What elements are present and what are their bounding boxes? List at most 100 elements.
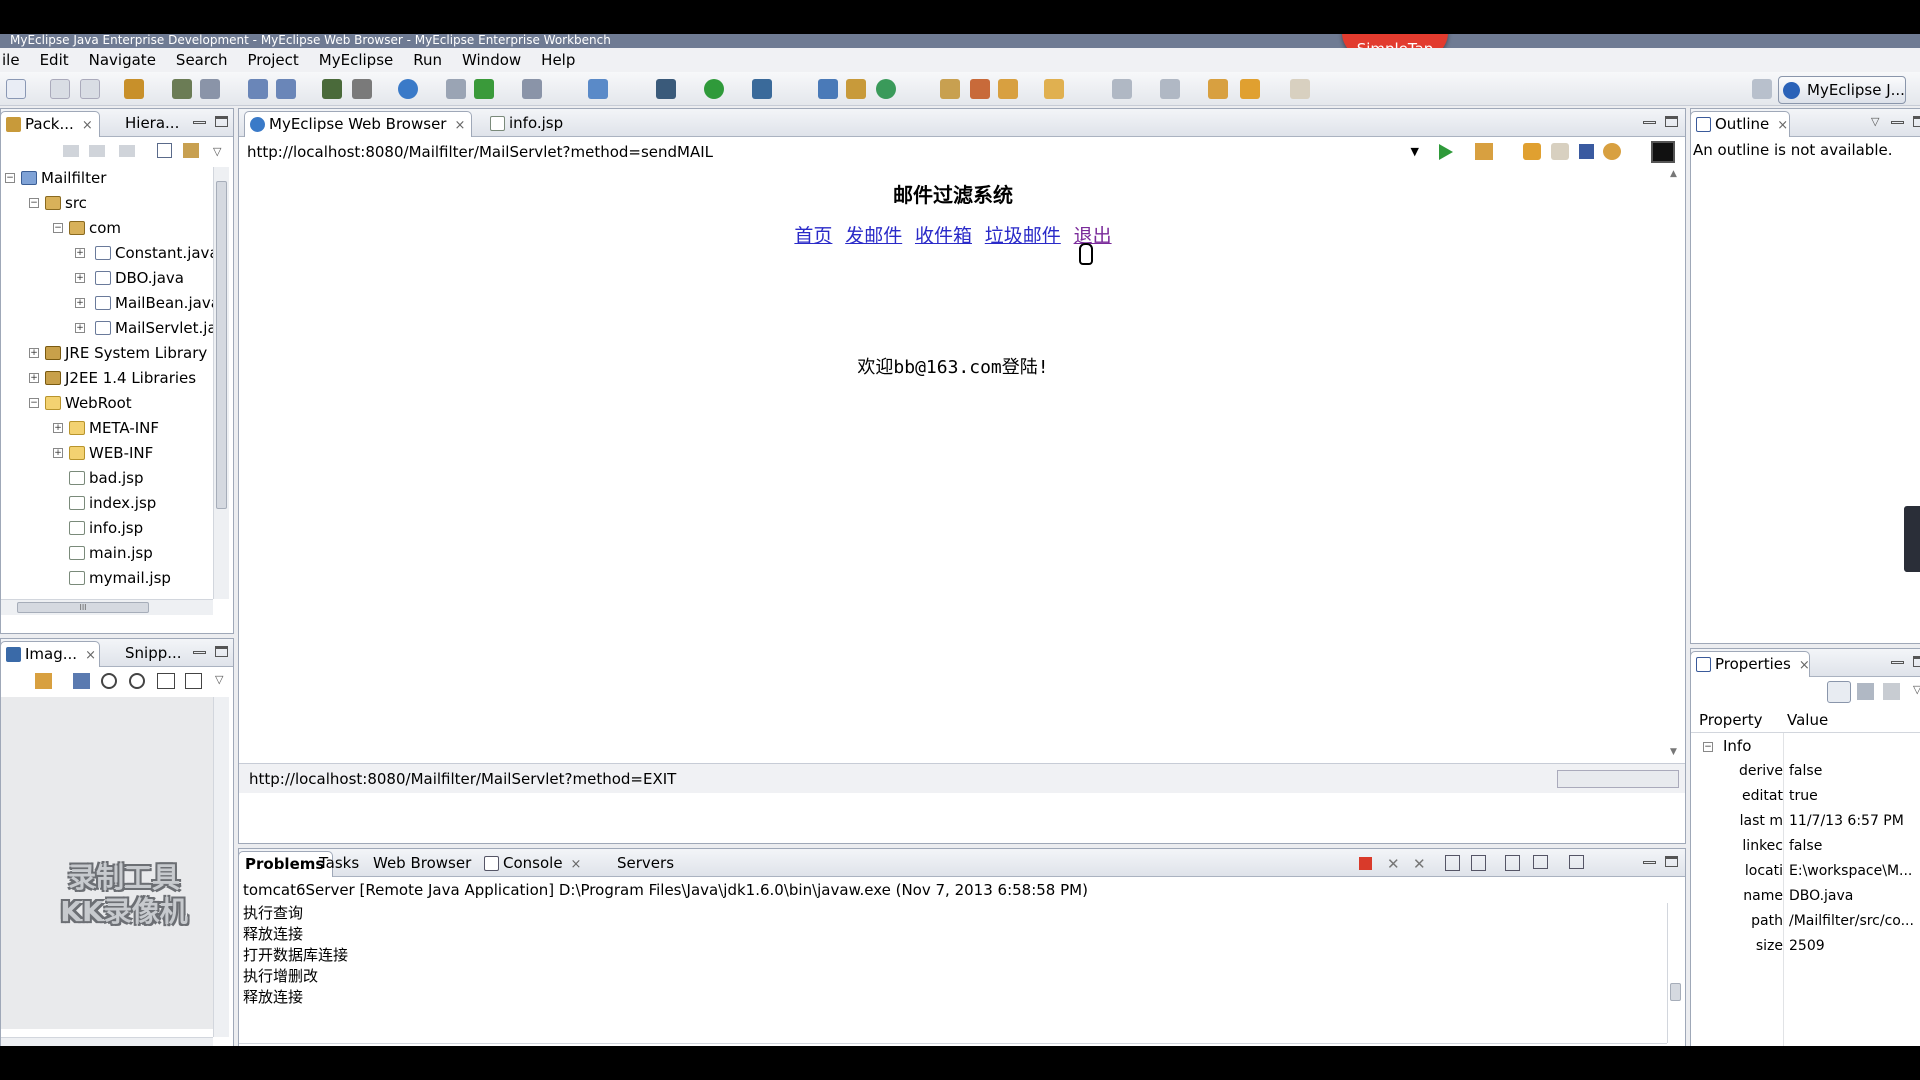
actual-size-icon[interactable] bbox=[157, 673, 175, 689]
clear-console-icon[interactable] bbox=[1445, 855, 1460, 871]
run-server-icon[interactable] bbox=[474, 79, 494, 99]
save-icon[interactable] bbox=[50, 79, 70, 99]
collapse-icon[interactable]: − bbox=[53, 223, 63, 233]
new-class-icon[interactable] bbox=[818, 79, 838, 99]
pin-console-icon[interactable] bbox=[1505, 855, 1520, 871]
menu-navigate[interactable]: Navigate bbox=[79, 48, 166, 72]
open-folder-icon[interactable] bbox=[940, 79, 960, 99]
tab-properties[interactable]: Properties × bbox=[1690, 651, 1810, 677]
scrollbar-thumb[interactable] bbox=[1670, 983, 1681, 1001]
tree-item-mymail-jsp[interactable]: mymail.jsp bbox=[69, 568, 171, 588]
package-tree-hscrollbar[interactable]: III bbox=[1, 599, 213, 615]
minimize-icon[interactable] bbox=[193, 651, 206, 654]
expand-icon[interactable]: + bbox=[75, 273, 85, 283]
property-row[interactable]: linkec false bbox=[1691, 834, 1920, 859]
browser-scrollbar[interactable]: ▲ ▼ bbox=[1667, 167, 1683, 763]
collapse-icon[interactable]: − bbox=[29, 198, 39, 208]
perspective-switcher[interactable]: MyEclipse J... bbox=[1778, 76, 1906, 104]
show-advanced-icon[interactable] bbox=[1857, 683, 1874, 700]
menu-file[interactable]: ile bbox=[0, 48, 30, 72]
view-menu-icon[interactable]: ▽ bbox=[1913, 683, 1920, 696]
close-icon[interactable]: × bbox=[1777, 118, 1788, 133]
maximize-icon[interactable] bbox=[215, 116, 228, 127]
properties-group-info[interactable]: − Info bbox=[1691, 734, 1920, 759]
tree-item-mailbean-java[interactable]: MailBean.java bbox=[95, 293, 215, 313]
run-icon[interactable] bbox=[704, 79, 724, 99]
zoom-out-icon[interactable] bbox=[101, 673, 117, 689]
fit-image-icon[interactable] bbox=[73, 673, 90, 689]
view-menu-icon[interactable]: ▽ bbox=[1871, 115, 1879, 128]
scroll-down-icon[interactable]: ▼ bbox=[1670, 747, 1677, 757]
scrollbar-thumb[interactable]: III bbox=[17, 602, 149, 613]
side-handle[interactable] bbox=[1904, 506, 1920, 572]
prev-annotation-icon[interactable] bbox=[1160, 79, 1180, 99]
expand-icon[interactable]: + bbox=[75, 298, 85, 308]
server-stop-icon[interactable] bbox=[352, 79, 372, 99]
up-icon[interactable] bbox=[119, 145, 135, 157]
url-input[interactable]: http://localhost:8080/Mailfilter/MailSer… bbox=[243, 140, 1425, 164]
maximize-icon[interactable] bbox=[1665, 116, 1678, 127]
tree-item-constant-java[interactable]: Constant.java bbox=[95, 243, 215, 263]
link-spam[interactable]: 垃圾邮件 bbox=[985, 225, 1061, 247]
console-scrollbar[interactable] bbox=[1667, 903, 1683, 1043]
forward-icon[interactable] bbox=[89, 145, 105, 157]
link-exit[interactable]: 退出 bbox=[1074, 225, 1112, 247]
restore-default-icon[interactable] bbox=[1883, 683, 1900, 700]
refresh-icon[interactable] bbox=[1603, 143, 1621, 160]
link-home[interactable]: 首页 bbox=[794, 225, 832, 247]
favorites-icon[interactable] bbox=[1475, 143, 1493, 160]
search-icon[interactable] bbox=[1044, 79, 1064, 99]
minimize-icon[interactable] bbox=[1643, 861, 1656, 864]
close-icon[interactable]: × bbox=[85, 648, 96, 663]
back-icon[interactable] bbox=[63, 145, 79, 157]
lock-icon[interactable] bbox=[200, 79, 220, 99]
minimize-icon[interactable] bbox=[1643, 121, 1656, 124]
collapse-icon[interactable]: − bbox=[1703, 742, 1713, 752]
scroll-up-icon[interactable]: ▲ bbox=[1670, 169, 1677, 179]
tab-snippets[interactable]: Snipp... bbox=[101, 641, 190, 667]
open-perspective-icon[interactable] bbox=[1752, 79, 1772, 99]
undeploy-icon[interactable] bbox=[276, 79, 296, 99]
menu-search[interactable]: Search bbox=[166, 48, 238, 72]
tab-web-browser-view[interactable]: Web Browser bbox=[367, 851, 479, 877]
new-package-icon[interactable] bbox=[846, 79, 866, 99]
image-scrollbar[interactable] bbox=[213, 697, 229, 1037]
tree-item-dbo-java[interactable]: DBO.java bbox=[95, 268, 184, 288]
expand-icon[interactable]: + bbox=[29, 373, 39, 383]
tree-item-com[interactable]: com bbox=[69, 218, 121, 238]
tree-item-jre-library[interactable]: JRE System Library bbox=[45, 343, 207, 363]
collapse-all-icon[interactable] bbox=[157, 143, 172, 158]
console-hscrollbar[interactable] bbox=[239, 1043, 1667, 1046]
stop-icon[interactable] bbox=[1579, 144, 1594, 159]
tree-item-bad-jsp[interactable]: bad.jsp bbox=[69, 468, 144, 488]
menu-window[interactable]: Window bbox=[452, 48, 531, 72]
expand-icon[interactable]: + bbox=[29, 348, 39, 358]
last-edit-icon[interactable] bbox=[1208, 79, 1228, 99]
property-row[interactable]: size 2509 bbox=[1691, 934, 1920, 959]
menu-edit[interactable]: Edit bbox=[30, 48, 79, 72]
screen-icon[interactable] bbox=[1651, 141, 1675, 163]
expand-icon[interactable]: + bbox=[53, 423, 63, 433]
view-menu-icon[interactable]: ▽ bbox=[213, 145, 221, 158]
close-icon[interactable]: × bbox=[454, 118, 465, 133]
forward-icon[interactable] bbox=[1551, 143, 1569, 160]
refresh-icon[interactable] bbox=[876, 79, 896, 99]
property-row[interactable]: name DBO.java bbox=[1691, 884, 1920, 909]
edit-icon[interactable] bbox=[970, 79, 990, 99]
terminate-icon[interactable] bbox=[1359, 857, 1372, 870]
minimize-icon[interactable] bbox=[193, 121, 206, 124]
menu-run[interactable]: Run bbox=[403, 48, 452, 72]
link-inbox[interactable]: 收件箱 bbox=[915, 225, 972, 247]
package-tree-scrollbar[interactable] bbox=[213, 167, 229, 599]
open-console-icon[interactable] bbox=[1569, 855, 1584, 869]
close-icon[interactable]: × bbox=[1799, 658, 1810, 673]
tab-image[interactable]: Imag... × bbox=[0, 641, 100, 667]
view-menu-icon[interactable]: ▽ bbox=[215, 673, 223, 686]
remove-launch-icon[interactable]: ✕ bbox=[1387, 855, 1400, 873]
property-row[interactable]: derive false bbox=[1691, 759, 1920, 784]
camera-icon[interactable] bbox=[522, 79, 542, 99]
maximize-icon[interactable] bbox=[1913, 116, 1920, 127]
expand-icon[interactable]: + bbox=[75, 248, 85, 258]
tree-item-mailservlet-java[interactable]: MailServlet.ja bbox=[95, 318, 215, 338]
back-icon[interactable] bbox=[1240, 79, 1260, 99]
